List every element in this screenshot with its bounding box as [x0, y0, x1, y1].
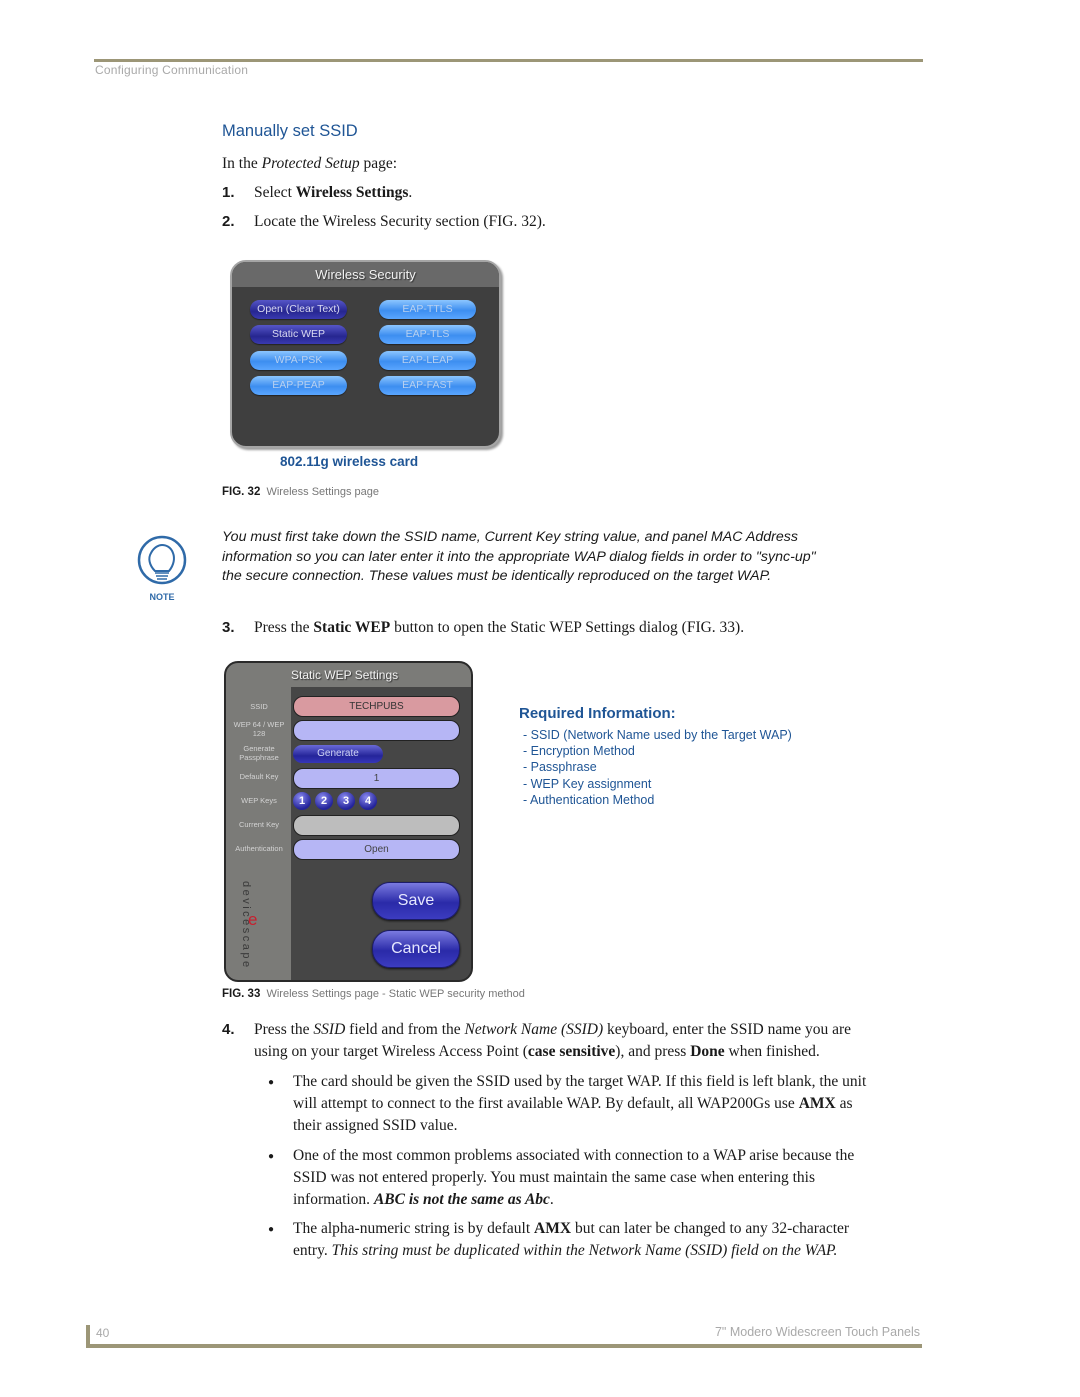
- open-clear-text-button[interactable]: Open (Clear Text): [250, 300, 347, 319]
- current-key-label: Current Key: [238, 820, 280, 829]
- cancel-button[interactable]: Cancel: [372, 930, 460, 968]
- wep-key-1-button[interactable]: 1: [293, 792, 311, 810]
- footer-title: 7" Modero Widescreen Touch Panels: [714, 1325, 920, 1339]
- bullet-icon: ●: [268, 1151, 275, 1162]
- bullet-icon: ●: [268, 1224, 275, 1235]
- page-number: 40: [96, 1326, 110, 1340]
- generate-button[interactable]: Generate: [293, 745, 383, 763]
- default-key-label: Default Key: [239, 772, 279, 781]
- intro-line: In the Protected Setup page:: [222, 155, 398, 172]
- step-1: 1. Select Wireless Settings.: [222, 184, 413, 201]
- running-header: Configuring Communication: [95, 63, 249, 77]
- bullet-item-2: One of the most common problems associat…: [293, 1147, 855, 1208]
- wep-key-2-button[interactable]: 2: [315, 792, 333, 810]
- static-wep-title: Static WEP Settings: [291, 663, 471, 687]
- section-title: Manually set SSID: [222, 122, 358, 140]
- eap-peap-button[interactable]: EAP-PEAP: [250, 376, 347, 395]
- current-key-field[interactable]: [293, 815, 460, 836]
- required-info-item: - WEP Key assignment: [523, 776, 652, 791]
- fig32-caption: FIG. 32 Wireless Settings page: [222, 486, 379, 498]
- devicescape-mark-icon: e: [248, 910, 258, 929]
- required-info-item: - Passphrase: [523, 760, 597, 775]
- required-info-item: - Encryption Method: [523, 744, 635, 759]
- wireless-security-title: Wireless Security: [232, 262, 499, 287]
- ssid-label: SSID: [250, 702, 268, 711]
- wep-key-3-button[interactable]: 3: [337, 792, 355, 810]
- required-info-item: - Authentication Method: [523, 792, 655, 807]
- eap-fast-button[interactable]: EAP-FAST: [379, 376, 476, 395]
- save-button[interactable]: Save: [372, 882, 460, 920]
- fig33-caption: FIG. 33 Wireless Settings page - Static …: [222, 988, 525, 1000]
- header-rule: [94, 59, 923, 62]
- eap-tls-button[interactable]: EAP-TLS: [379, 325, 476, 344]
- wep-size-label: WEP 64 / WEP 128: [233, 720, 285, 738]
- generate-passphrase-label: Generate Passphrase: [239, 744, 279, 762]
- bullet-icon: ●: [268, 1077, 275, 1088]
- wep-keys-label: WEP Keys: [241, 796, 277, 805]
- fig32-sublabel: 802.11g wireless card: [280, 454, 419, 469]
- authentication-label: Authentication: [235, 844, 283, 853]
- wep-size-field[interactable]: [293, 720, 460, 741]
- step-4: 4. Press the SSID field and from the Net…: [222, 1021, 852, 1060]
- authentication-field[interactable]: Open: [293, 839, 460, 860]
- note-text: You must first take down the SSID name, …: [222, 529, 816, 584]
- eap-ttls-button[interactable]: EAP-TTLS: [379, 300, 476, 319]
- step-2: 2. Locate the Wireless Security section …: [222, 213, 546, 230]
- eap-leap-button[interactable]: EAP-LEAP: [379, 351, 476, 370]
- note-lightbulb-icon: NOTE: [135, 534, 190, 604]
- default-key-field[interactable]: 1: [293, 768, 460, 789]
- bullet-item-1: The card should be given the SSID used b…: [293, 1073, 867, 1134]
- wireless-security-panel: Wireless Security Open (Clear Text) EAP-…: [230, 260, 501, 448]
- note-label: NOTE: [149, 592, 174, 602]
- bullet-item-3: The alpha-numeric string is by default A…: [293, 1220, 850, 1259]
- static-wep-settings-panel: Static WEP Settings SSID TECHPUBS WEP 64…: [224, 661, 473, 982]
- required-info-title: Required Information:: [519, 705, 676, 722]
- wpa-psk-button[interactable]: WPA-PSK: [250, 351, 347, 370]
- step-3: 3. Press the Static WEP button to open t…: [222, 619, 745, 636]
- footer-rule: [86, 1344, 922, 1348]
- wep-key-4-button[interactable]: 4: [359, 792, 377, 810]
- static-wep-button[interactable]: Static WEP: [250, 325, 347, 344]
- ssid-field[interactable]: TECHPUBS: [293, 696, 460, 717]
- required-info-item: - SSID (Network Name used by the Target …: [523, 728, 792, 742]
- required-info-list: - SSID (Network Name used by the Target …: [523, 727, 792, 808]
